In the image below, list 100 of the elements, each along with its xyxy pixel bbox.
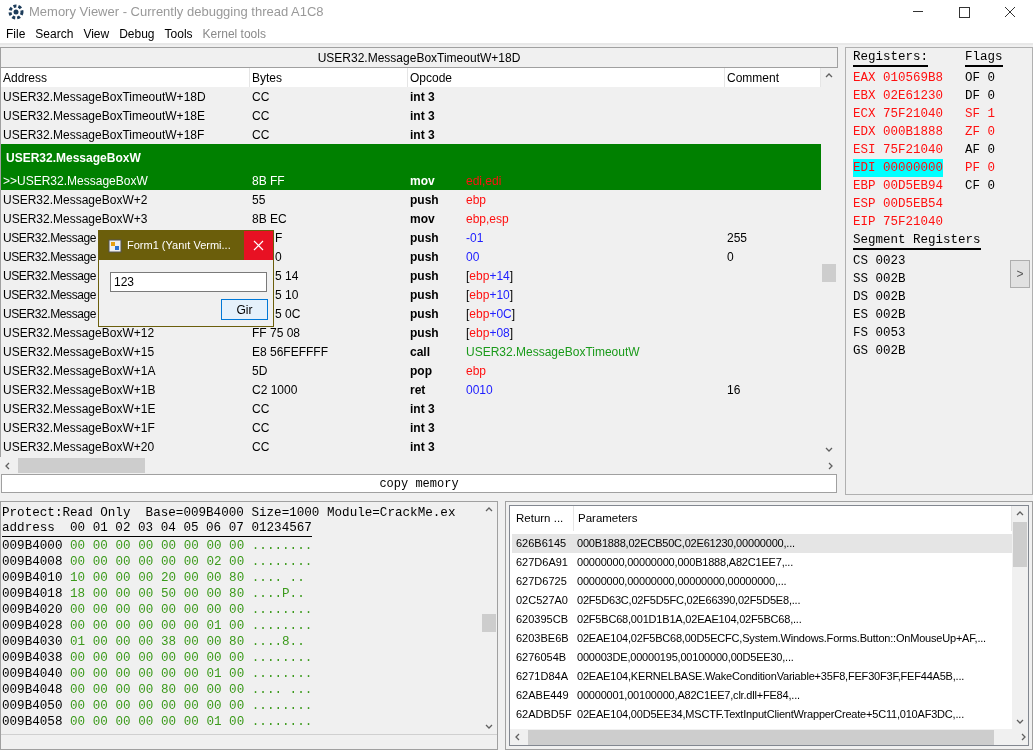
input-field[interactable]: 123 bbox=[110, 272, 267, 292]
flag-value[interactable]: ZF 0 bbox=[965, 123, 995, 141]
hex-byte[interactable]: 00 bbox=[138, 586, 154, 602]
copy-memory-button[interactable]: copy memory bbox=[1, 474, 837, 493]
hex-byte[interactable]: 00 bbox=[70, 682, 86, 698]
hex-byte[interactable]: 18 bbox=[70, 586, 86, 602]
hex-byte[interactable]: 00 bbox=[70, 602, 86, 618]
chevron-down-icon[interactable] bbox=[1015, 717, 1025, 726]
hex-byte[interactable]: 00 bbox=[138, 618, 154, 634]
register-value[interactable]: EAX 010569B8 bbox=[853, 69, 943, 87]
hex-byte[interactable]: 00 bbox=[160, 618, 177, 634]
chevron-left-icon[interactable] bbox=[513, 732, 522, 742]
hex-byte[interactable]: 00 bbox=[138, 682, 154, 698]
chevron-up-icon[interactable] bbox=[1015, 509, 1025, 518]
hex-byte[interactable]: 00 bbox=[92, 538, 108, 554]
register-value[interactable]: FS 0053 bbox=[853, 324, 906, 342]
scrollbar-thumb[interactable] bbox=[1013, 522, 1028, 567]
hex-byte[interactable]: 00 bbox=[183, 682, 199, 698]
hex-byte[interactable]: 00 bbox=[183, 634, 199, 650]
table-row[interactable]: >>USER32.MessageBoxW 8B FF mov edi,edi bbox=[1, 171, 821, 190]
hex-byte[interactable]: 00 bbox=[229, 554, 245, 570]
expand-button[interactable]: > bbox=[1010, 260, 1030, 288]
register-value[interactable]: ESP 00D5EB54 bbox=[853, 195, 943, 213]
hex-byte[interactable]: 00 bbox=[115, 682, 131, 698]
chevron-right-icon[interactable] bbox=[1019, 732, 1028, 742]
hex-byte[interactable]: 00 bbox=[92, 714, 108, 730]
hex-byte[interactable]: 00 bbox=[229, 618, 245, 634]
column-header[interactable]: Return ... bbox=[512, 506, 574, 531]
hex-byte[interactable]: 00 bbox=[206, 682, 222, 698]
hex-byte[interactable]: 00 bbox=[115, 602, 131, 618]
hex-byte[interactable]: 00 bbox=[115, 714, 131, 730]
hex-byte[interactable]: 00 bbox=[92, 682, 108, 698]
list-row[interactable]: 626B6145 000B1888,02ECB50C,02E61230,00000000,... bbox=[512, 534, 1013, 553]
hex-byte[interactable]: 00 bbox=[206, 586, 222, 602]
hex-byte[interactable]: 00 bbox=[92, 698, 108, 714]
scrollbar-thumb[interactable] bbox=[822, 264, 836, 282]
hex-byte[interactable]: 00 bbox=[183, 618, 199, 634]
register-value[interactable]: EBP 00D5EB94 bbox=[853, 177, 943, 195]
hex-byte[interactable]: 01 bbox=[206, 618, 222, 634]
hex-byte[interactable]: 00 bbox=[206, 650, 222, 666]
close-icon[interactable] bbox=[244, 231, 273, 260]
flag-value[interactable]: AF 0 bbox=[965, 141, 995, 159]
register-value[interactable]: GS 002B bbox=[853, 342, 906, 360]
hex-byte[interactable]: 80 bbox=[229, 586, 245, 602]
hex-byte[interactable]: 00 bbox=[70, 698, 86, 714]
hex-byte[interactable]: 00 bbox=[115, 666, 131, 682]
scrollbar-thumb[interactable] bbox=[18, 458, 145, 473]
hex-byte[interactable]: 00 bbox=[92, 554, 108, 570]
hex-byte[interactable]: 00 bbox=[92, 618, 108, 634]
hex-byte[interactable]: 00 bbox=[206, 602, 222, 618]
hex-byte[interactable]: 00 bbox=[92, 586, 108, 602]
hex-byte[interactable]: 00 bbox=[183, 538, 199, 554]
hex-byte[interactable]: 00 bbox=[138, 538, 154, 554]
register-value[interactable]: ES 002B bbox=[853, 306, 906, 324]
hex-byte[interactable]: 00 bbox=[115, 650, 131, 666]
hex-byte[interactable]: 01 bbox=[70, 634, 86, 650]
hex-byte[interactable]: 00 bbox=[229, 698, 245, 714]
flag-value[interactable]: OF 0 bbox=[965, 69, 995, 87]
hex-byte[interactable]: 00 bbox=[183, 714, 199, 730]
hex-byte[interactable]: 00 bbox=[160, 554, 177, 570]
hex-byte[interactable]: 00 bbox=[115, 634, 131, 650]
hex-byte[interactable]: 00 bbox=[70, 714, 86, 730]
hex-byte[interactable]: 00 bbox=[92, 650, 108, 666]
hex-byte[interactable]: 00 bbox=[138, 666, 154, 682]
hex-byte[interactable]: 10 bbox=[70, 570, 86, 586]
register-value[interactable]: ESI 75F21040 bbox=[853, 141, 943, 159]
hex-byte[interactable]: 00 bbox=[70, 554, 86, 570]
flag-value[interactable]: PF 0 bbox=[965, 159, 995, 177]
hex-byte[interactable]: 80 bbox=[229, 634, 245, 650]
hex-byte[interactable]: 00 bbox=[160, 602, 177, 618]
hex-byte[interactable]: 00 bbox=[160, 666, 177, 682]
hex-byte[interactable]: 00 bbox=[70, 666, 86, 682]
hex-byte[interactable]: 00 bbox=[138, 650, 154, 666]
register-value[interactable]: DS 002B bbox=[853, 288, 906, 306]
hex-byte[interactable]: 00 bbox=[70, 650, 86, 666]
menu-item[interactable]: View bbox=[78, 24, 115, 43]
menu-item[interactable]: Tools bbox=[159, 24, 198, 43]
register-value[interactable]: ECX 75F21040 bbox=[853, 105, 943, 123]
hex-byte[interactable]: 00 bbox=[206, 570, 222, 586]
menu-item[interactable]: Debug bbox=[114, 24, 160, 43]
hex-byte[interactable]: 00 bbox=[138, 602, 154, 618]
hex-byte[interactable]: 01 bbox=[206, 714, 222, 730]
hex-byte[interactable]: 00 bbox=[160, 650, 177, 666]
hex-byte[interactable]: 00 bbox=[229, 714, 245, 730]
scrollbar-thumb[interactable] bbox=[528, 730, 994, 745]
hex-byte[interactable]: 00 bbox=[92, 666, 108, 682]
hex-byte[interactable]: 80 bbox=[229, 570, 245, 586]
hex-byte[interactable]: 00 bbox=[138, 570, 154, 586]
hex-byte[interactable]: 00 bbox=[229, 602, 245, 618]
hex-byte[interactable]: 00 bbox=[115, 586, 131, 602]
hex-byte[interactable]: 00 bbox=[206, 698, 222, 714]
scrollbar-thumb[interactable] bbox=[482, 614, 497, 632]
register-value[interactable]: EBX 02E61230 bbox=[853, 87, 943, 105]
hex-byte[interactable]: 00 bbox=[206, 634, 222, 650]
hex-byte[interactable]: 00 bbox=[206, 538, 222, 554]
hex-byte[interactable]: 00 bbox=[183, 586, 199, 602]
hex-byte[interactable]: 50 bbox=[160, 586, 177, 602]
hex-byte[interactable]: 38 bbox=[160, 634, 177, 650]
chevron-down-icon[interactable] bbox=[484, 722, 494, 731]
hex-byte[interactable]: 00 bbox=[115, 538, 131, 554]
